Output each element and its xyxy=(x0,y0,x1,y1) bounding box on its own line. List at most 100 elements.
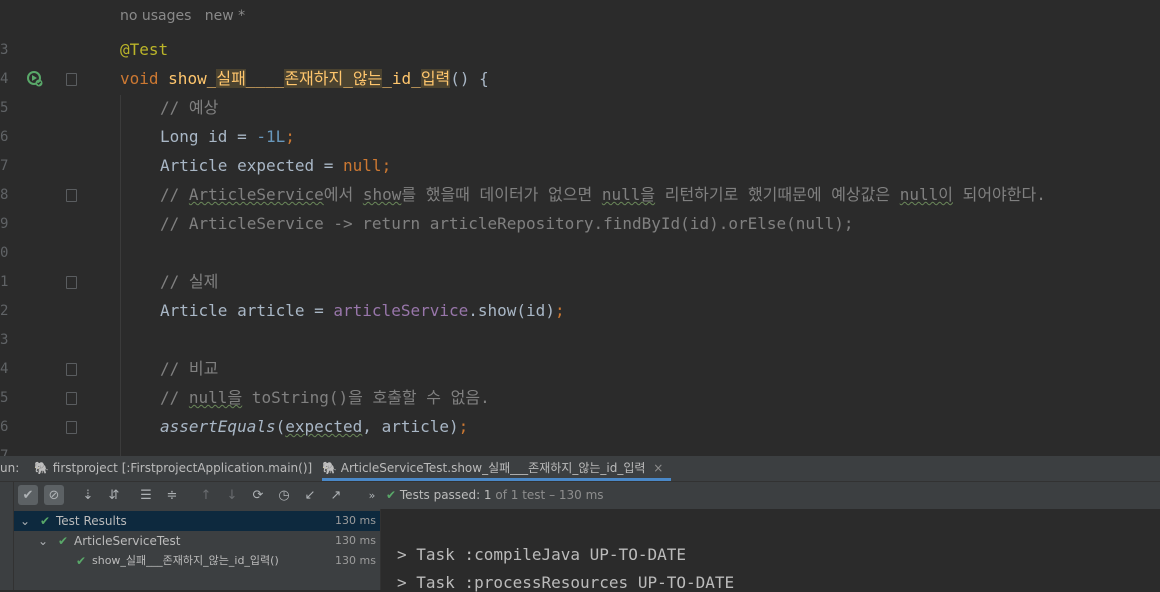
test-toolbar: ✔ ⊘ ⇣ ⇵ ☰ ≑ ↑ ↓ ⟳ ◷ ↙ ↗ » ✔ Tests passed… xyxy=(0,482,1160,509)
usages-hint[interactable]: no usages xyxy=(120,8,191,24)
gradle-icon: 🐘 xyxy=(322,461,337,475)
number-literal: -1L xyxy=(256,127,286,146)
code-line-method-decl[interactable]: void show_실패____존재하지_않는_id_입력() { xyxy=(120,64,489,93)
more-button[interactable]: » xyxy=(362,485,382,505)
show-passed-button[interactable]: ✔ xyxy=(18,485,38,505)
line-number: 4 xyxy=(0,361,9,377)
show-ignored-button[interactable]: ⊘ xyxy=(44,485,64,505)
test-annotation: @Test xyxy=(120,40,169,59)
sort-alpha-button[interactable]: ⇣ xyxy=(78,485,98,505)
long-decl: Long id = xyxy=(160,127,257,146)
left-strip xyxy=(0,482,14,590)
tree-time: 130 ms xyxy=(335,514,376,527)
stop-icon: ⊘ xyxy=(48,487,60,503)
code-line-long-id[interactable]: Long id = -1L; xyxy=(160,122,295,151)
line-number: 5 xyxy=(0,100,9,116)
method-name-part: 실패 xyxy=(216,69,246,88)
comment-part: null을 xyxy=(188,388,243,407)
line-number: 8 xyxy=(0,187,9,203)
comment-part: show xyxy=(362,185,402,204)
history-button[interactable]: ◷ xyxy=(274,485,294,505)
export-button[interactable]: ↗ xyxy=(326,485,346,505)
check-icon: ✔ xyxy=(76,554,87,568)
fold-icon[interactable] xyxy=(66,421,77,434)
line-number: 6 xyxy=(0,419,9,435)
service-field: articleService xyxy=(333,301,469,320)
code-line-expected[interactable]: Article expected = null; xyxy=(160,151,391,180)
method-name-part: 존재하지_않는 xyxy=(284,69,383,88)
code-line-article-decl[interactable]: Article article = articleService.show(id… xyxy=(160,296,565,325)
code-line-null-comment[interactable]: // null을 toString()을 호출할 수 없음. xyxy=(160,383,490,412)
new-hint: new * xyxy=(204,8,246,24)
chevron-down-icon[interactable]: ⌄ xyxy=(20,511,30,531)
method-name-part: 입력 xyxy=(420,69,451,88)
tree-row-class[interactable]: ⌄ ✔ ArticleServiceTest 130 ms xyxy=(14,531,380,551)
semicolon: ; xyxy=(381,156,392,175)
code-editor[interactable]: no usages new * 3 4 5 6 7 8 9 0 1 2 3 4 … xyxy=(0,0,1160,456)
prev-fail-icon: ↑ xyxy=(200,487,212,503)
semicolon: ; xyxy=(554,301,565,320)
prev-fail-button[interactable]: ↑ xyxy=(196,485,216,505)
fold-icon[interactable] xyxy=(66,73,77,86)
method-paren: () { xyxy=(450,69,489,88)
sort-duration-button[interactable]: ⇵ xyxy=(104,485,124,505)
line-number: 3 xyxy=(0,332,9,348)
tab-firstproject[interactable]: 🐘 firstproject [:FirstprojectApplication… xyxy=(34,456,312,481)
console-output[interactable]: > Task :compileJava UP-TO-DATE > Task :p… xyxy=(381,509,1160,592)
comment-part: 에서 xyxy=(323,185,363,204)
fold-icon[interactable] xyxy=(66,276,77,289)
line-number: 4 xyxy=(0,71,9,87)
run-test-icon[interactable] xyxy=(26,70,44,88)
method-name-part: show_ xyxy=(168,69,217,88)
code-line-comment-compare[interactable]: // 비교 xyxy=(160,354,218,383)
code-line-annotation[interactable]: @Test xyxy=(120,35,168,64)
tree-row-test-results[interactable]: ⌄ ✔ Test Results 130 ms xyxy=(14,511,380,531)
chevron-down-icon[interactable]: ⌄ xyxy=(38,531,48,551)
code-line-long-comment[interactable]: // ArticleService에서 show를 했을때 데이터가 없으면 n… xyxy=(160,180,1046,209)
fold-icon[interactable] xyxy=(66,392,77,405)
tab-article-service-test[interactable]: 🐘 ArticleServiceTest.show_실패___존재하지_않는_i… xyxy=(322,456,672,481)
status-prefix: Tests passed: xyxy=(399,488,484,502)
article-decl: Article article = xyxy=(160,301,334,320)
null-keyword: null xyxy=(343,156,382,175)
comment-part: ArticleService xyxy=(188,185,324,204)
close-icon[interactable]: × xyxy=(653,461,663,475)
more-icon: » xyxy=(368,488,376,502)
rerun-button[interactable]: ⟳ xyxy=(248,485,268,505)
inlay-hint[interactable]: no usages new * xyxy=(120,8,245,24)
run-label: un: xyxy=(0,461,20,475)
console-line: > Task :compileJava UP-TO-DATE xyxy=(397,545,686,564)
comment-part: 되어야한다. xyxy=(952,185,1046,204)
comment-part: 리턴하기로 했기때문에 예상값은 xyxy=(655,185,900,204)
comment-part: 를 했을때 데이터가 없으면 xyxy=(401,185,602,204)
assert-call: assertEquals xyxy=(160,417,276,436)
sort-duration-icon: ⇵ xyxy=(108,487,120,503)
code-line-repo-comment[interactable]: // ArticleService -> return articleRepos… xyxy=(160,209,854,238)
tree-row-method[interactable]: ✔ show_실패___존재하지_않는_id_입력() 130 ms xyxy=(14,551,380,571)
method-name-part: ____ xyxy=(245,69,285,88)
code-line-assert[interactable]: assertEquals(expected, article); xyxy=(160,412,468,441)
expected-decl: Article expected = xyxy=(160,156,344,175)
expand-all-icon: ☰ xyxy=(140,487,152,503)
line-number: 0 xyxy=(0,245,9,261)
fold-icon[interactable] xyxy=(66,189,77,202)
indent-guide xyxy=(120,95,121,456)
next-fail-button[interactable]: ↓ xyxy=(222,485,242,505)
method-name-part: _id_ xyxy=(382,69,421,88)
line-number: 6 xyxy=(0,129,9,145)
expand-all-button[interactable]: ☰ xyxy=(136,485,156,505)
test-tree[interactable]: ⌄ ✔ Test Results 130 ms ⌄ ✔ ArticleServi… xyxy=(14,509,381,590)
collapse-all-icon: ≑ xyxy=(166,487,178,503)
tree-label: Test Results xyxy=(56,514,127,528)
rerun-icon: ⟳ xyxy=(252,487,264,503)
comment-part: // xyxy=(160,388,189,407)
collapse-all-button[interactable]: ≑ xyxy=(162,485,182,505)
fold-icon[interactable] xyxy=(66,363,77,376)
show-call: .show(id) xyxy=(468,301,555,320)
tab-firstproject-label: firstproject [:FirstprojectApplication.m… xyxy=(52,461,313,475)
check-icon: ✔ xyxy=(386,488,397,502)
code-line-comment[interactable]: // 예상 xyxy=(160,93,218,122)
console-line: > Task :processResources UP-TO-DATE xyxy=(397,573,735,592)
import-button[interactable]: ↙ xyxy=(300,485,320,505)
code-line-comment-actual[interactable]: // 실제 xyxy=(160,267,218,296)
